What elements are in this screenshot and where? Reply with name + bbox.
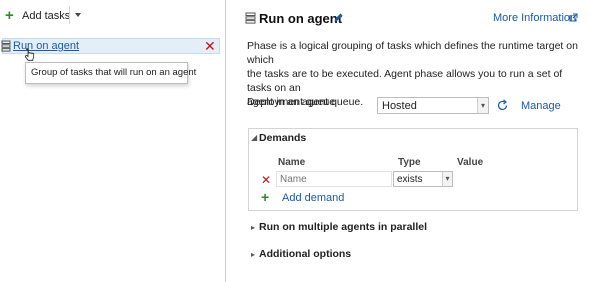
caret-right-icon[interactable]: ▸ xyxy=(251,223,255,232)
close-icon[interactable]: ✕ xyxy=(204,39,216,53)
run-parallel-section-header[interactable]: Run on multiple agents in parallel xyxy=(259,221,427,233)
description-line: Phase is a logical grouping of tasks whi… xyxy=(247,40,578,66)
pencil-icon[interactable] xyxy=(333,12,344,26)
type-selected-value: exists xyxy=(397,174,423,185)
queue-selected-value: Hosted xyxy=(382,100,417,112)
server-icon xyxy=(245,12,256,27)
phase-list-panel: + Add tasks Run on agent ✕ Group of task… xyxy=(0,0,226,282)
deployment-queue-select[interactable]: Hosted ▾ xyxy=(377,97,489,114)
description-line: the tasks are to be executed. Agent phas… xyxy=(247,68,563,94)
additional-options-section-header[interactable]: Additional options xyxy=(259,248,351,260)
add-tasks-button[interactable]: Add tasks xyxy=(22,10,70,22)
deployment-queue-label: Deployment queue xyxy=(247,96,336,108)
server-icon xyxy=(1,40,11,55)
toolbar-divider xyxy=(69,6,70,24)
column-header-name: Name xyxy=(278,157,306,168)
demand-type-select[interactable]: exists ▾ xyxy=(393,171,453,187)
caret-down-icon[interactable] xyxy=(73,10,83,23)
more-information-link[interactable]: More Information xyxy=(493,12,576,24)
column-header-type: Type xyxy=(398,157,421,168)
caret-right-icon[interactable]: ▸ xyxy=(251,250,255,259)
plus-icon[interactable]: + xyxy=(5,8,14,23)
manage-link[interactable]: Manage xyxy=(521,100,561,112)
toolbar: + Add tasks xyxy=(0,0,225,32)
column-header-value: Value xyxy=(457,157,484,168)
caret-expanded-icon[interactable]: ◢ xyxy=(251,133,257,142)
refresh-icon[interactable] xyxy=(496,99,509,115)
phase-name-link[interactable]: Run on agent xyxy=(13,40,79,52)
page-title: Run on agent xyxy=(259,11,343,26)
add-demand-link[interactable]: Add demand xyxy=(282,192,344,204)
close-icon[interactable]: ✕ xyxy=(261,173,271,187)
chevron-down-icon[interactable]: ▾ xyxy=(442,172,452,186)
external-link-icon[interactable] xyxy=(569,13,578,25)
tooltip: Group of tasks that will run on an agent xyxy=(25,62,196,84)
demand-name-input[interactable] xyxy=(276,171,392,187)
plus-icon[interactable]: + xyxy=(261,190,269,204)
chevron-down-icon[interactable]: ▾ xyxy=(477,98,488,113)
demands-header[interactable]: Demands xyxy=(259,132,306,144)
